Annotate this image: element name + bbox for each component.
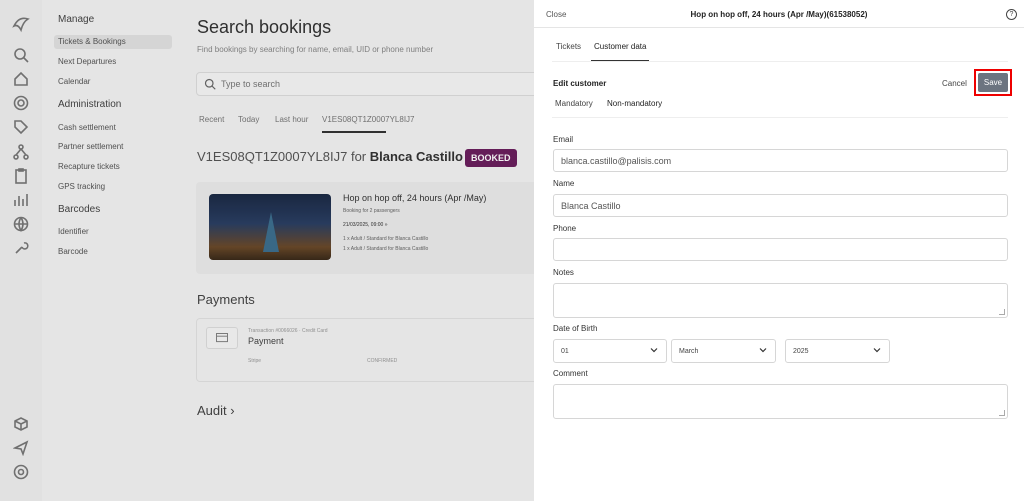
- chevron-down-icon: [873, 348, 881, 353]
- chevron-down-icon: [650, 348, 658, 353]
- subtab-mandatory[interactable]: Mandatory: [555, 99, 593, 108]
- modal-backdrop[interactable]: [0, 0, 534, 501]
- save-button[interactable]: Save: [978, 73, 1008, 92]
- notes-field[interactable]: [553, 283, 1008, 318]
- edit-customer-title: Edit customer: [553, 79, 607, 88]
- cancel-button[interactable]: Cancel: [942, 79, 967, 88]
- dob-day-select[interactable]: 01: [553, 339, 667, 363]
- help-icon[interactable]: ?: [1006, 9, 1017, 20]
- phone-field[interactable]: [553, 238, 1008, 261]
- dob-day-value: 01: [561, 348, 569, 355]
- phone-label: Phone: [553, 224, 577, 233]
- dob-month-select[interactable]: March: [671, 339, 776, 363]
- divider: [552, 117, 1008, 118]
- comment-field[interactable]: [553, 384, 1008, 419]
- dob-month-value: March: [679, 348, 699, 355]
- dob-label: Date of Birth: [553, 324, 598, 333]
- email-label: Email: [553, 135, 574, 144]
- save-highlight: Save: [974, 69, 1012, 96]
- divider: [552, 61, 1008, 62]
- comment-label: Comment: [553, 369, 588, 378]
- tab-customer-data[interactable]: Customer data: [594, 42, 646, 51]
- edit-customer-panel: Close Hop on hop off, 24 hours (Apr /May…: [534, 0, 1024, 501]
- resize-handle[interactable]: [999, 309, 1005, 315]
- email-field[interactable]: blanca.castillo@palisis.com: [553, 149, 1008, 172]
- name-field[interactable]: Blanca Castillo: [553, 194, 1008, 217]
- notes-label: Notes: [553, 268, 574, 277]
- chevron-down-icon: [759, 348, 767, 353]
- name-label: Name: [553, 179, 575, 188]
- resize-handle[interactable]: [999, 410, 1005, 416]
- panel-title: Hop on hop off, 24 hours (Apr /May)(6153…: [690, 10, 868, 19]
- dob-year-value: 2025: [793, 348, 809, 355]
- subtab-non-mandatory[interactable]: Non-mandatory: [607, 99, 662, 108]
- dob-year-select[interactable]: 2025: [785, 339, 890, 363]
- panel-header: Close Hop on hop off, 24 hours (Apr /May…: [534, 0, 1024, 28]
- tab-tickets[interactable]: Tickets: [556, 42, 581, 51]
